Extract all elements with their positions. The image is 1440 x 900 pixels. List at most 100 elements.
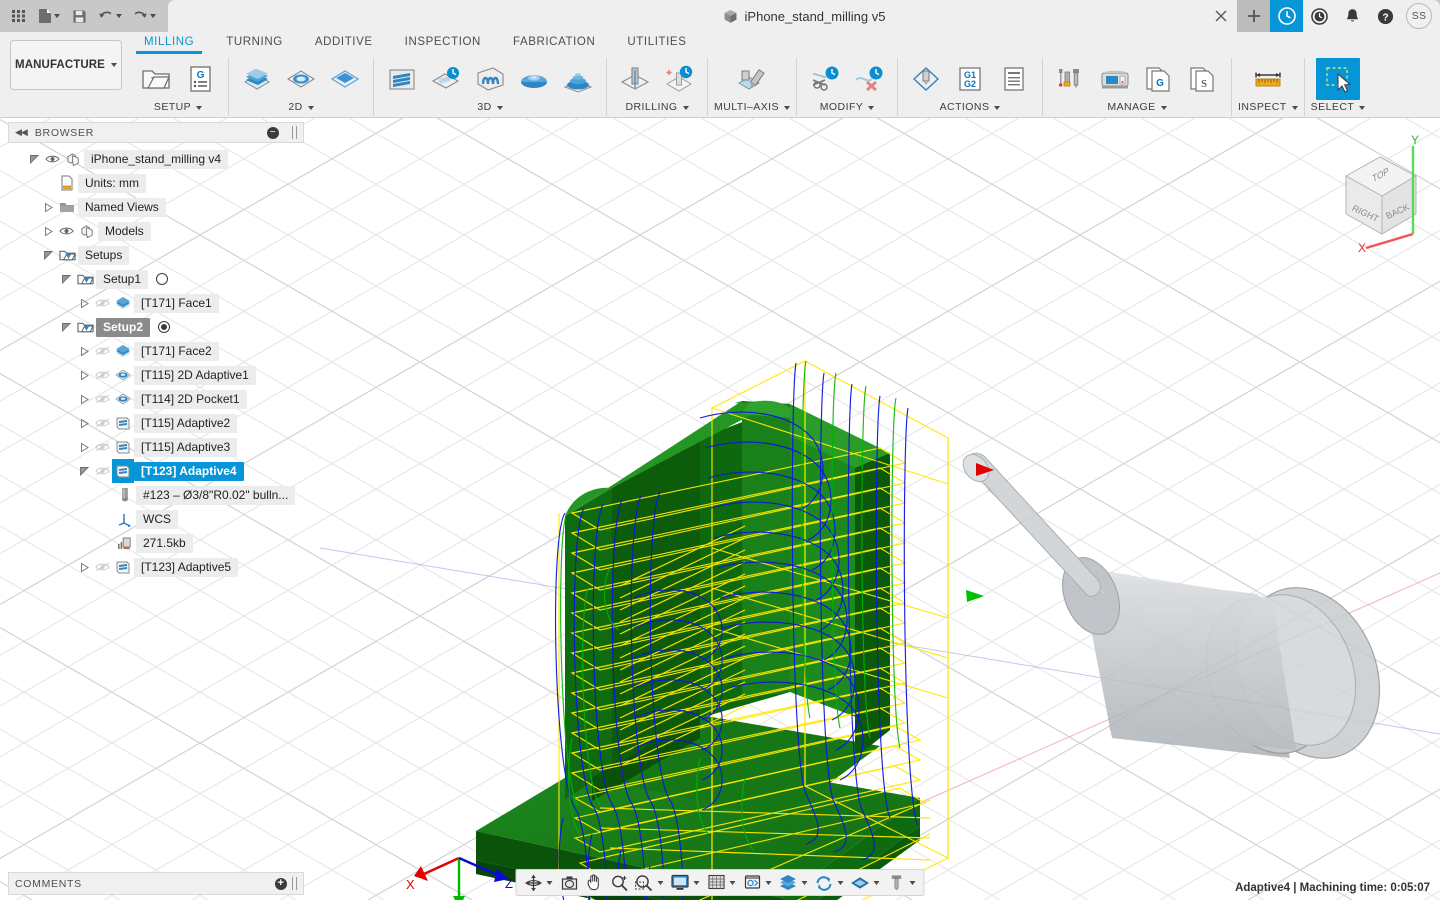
look-at-icon[interactable] — [557, 870, 582, 895]
post-library-icon[interactable]: G — [1137, 58, 1181, 100]
comments-panel[interactable]: COMMENTS + — [8, 872, 304, 895]
minus-circle-icon[interactable]: − — [267, 126, 279, 139]
chevron-down-icon[interactable] — [765, 880, 772, 885]
panel-label-3d[interactable]: 3D — [477, 100, 503, 115]
twisty-right-icon[interactable] — [76, 387, 92, 411]
display-settings-icon[interactable] — [668, 870, 693, 895]
new-tab-icon[interactable] — [1237, 0, 1270, 32]
visibility-eye-off-icon[interactable] — [92, 555, 112, 579]
adaptive-clearing-icon[interactable] — [380, 58, 424, 100]
chevron-down-icon[interactable] — [729, 880, 736, 885]
workspace-switcher[interactable]: MANUFACTURE — [10, 40, 122, 90]
visibility-eye-icon[interactable] — [56, 219, 76, 243]
twisty-right-icon[interactable] — [76, 555, 92, 579]
panel-label-actions[interactable]: ACTIONS — [940, 100, 1001, 115]
chevron-down-icon[interactable] — [837, 880, 844, 885]
tool-visibility-icon[interactable] — [884, 870, 909, 895]
zoom-window-icon[interactable] — [632, 870, 657, 895]
save-icon[interactable] — [66, 1, 92, 31]
post-process-icon[interactable]: G — [178, 58, 222, 100]
viewports-icon[interactable] — [740, 870, 765, 895]
panel-label-inspect[interactable]: INSPECT — [1238, 100, 1298, 115]
tree-row-operation[interactable]: [T171] Face2 — [8, 339, 304, 363]
visibility-eye-off-icon[interactable] — [92, 387, 112, 411]
chevron-down-icon[interactable] — [909, 880, 916, 885]
setup-activate-radio[interactable] — [158, 321, 171, 333]
tree-row-operation[interactable]: [T123] Adaptive5 — [8, 555, 304, 579]
multi-axis-icon[interactable] — [730, 58, 774, 100]
twisty-down-icon[interactable] — [58, 315, 74, 339]
2d-pocket-icon[interactable] — [323, 58, 367, 100]
tree-row-setup2[interactable]: Setup2 — [8, 315, 304, 339]
visibility-eye-off-icon[interactable] — [92, 291, 112, 315]
tree-row-models[interactable]: Models — [8, 219, 304, 243]
toolpath-visibility-icon[interactable] — [848, 870, 873, 895]
tree-row-units[interactable]: Units: mm — [8, 171, 304, 195]
visibility-eye-off-icon[interactable] — [92, 411, 112, 435]
new-file-icon[interactable] — [34, 1, 64, 31]
simulate-refresh-icon[interactable] — [812, 870, 837, 895]
tree-row-ncdata[interactable]: 271.5kb — [8, 531, 304, 555]
panel-label-2d[interactable]: 2D — [288, 100, 314, 115]
twisty-down-icon[interactable] — [76, 459, 92, 483]
visibility-eye-off-icon[interactable] — [92, 363, 112, 387]
twisty-right-icon[interactable] — [76, 363, 92, 387]
tree-row-named-views[interactable]: Named Views — [8, 195, 304, 219]
2d-adaptive-icon[interactable] — [279, 58, 323, 100]
undo-icon[interactable] — [94, 1, 126, 31]
panel-label-setup[interactable]: SETUP — [154, 100, 203, 115]
tree-row-tool[interactable]: #123 – Ø3/8"R0.02" bulln... — [8, 483, 304, 507]
machine-library-icon[interactable] — [1093, 58, 1137, 100]
panel-label-drilling[interactable]: DRILLING — [625, 100, 689, 115]
tree-row-operation[interactable]: [T115] Adaptive3 — [8, 435, 304, 459]
chevron-down-icon[interactable] — [873, 880, 880, 885]
tool-library-icon[interactable] — [1049, 58, 1093, 100]
twisty-right-icon[interactable] — [76, 339, 92, 363]
measure-icon[interactable] — [1246, 58, 1290, 100]
view-cube[interactable]: TOP RIGHT BACK X Y — [1308, 133, 1438, 255]
bore-icon[interactable] — [657, 58, 701, 100]
visibility-eye-off-icon[interactable] — [92, 459, 112, 483]
canvas-3d-viewport[interactable]: X Y Z TOP RIGHT BACK X Y — [0, 118, 1440, 900]
visibility-eye-off-icon[interactable] — [92, 339, 112, 363]
chevron-down-icon[interactable] — [546, 880, 553, 885]
orbit-icon[interactable] — [521, 870, 546, 895]
twisty-right-icon[interactable] — [76, 291, 92, 315]
panel-label-manage[interactable]: MANAGE — [1107, 100, 1167, 115]
tab-additive[interactable]: ADDITIVE — [299, 32, 389, 51]
panel-label-modify[interactable]: MODIFY — [820, 100, 875, 115]
tab-fabrication[interactable]: FABRICATION — [497, 32, 611, 51]
chevron-down-icon[interactable] — [693, 880, 700, 885]
visibility-eye-off-icon[interactable] — [92, 435, 112, 459]
tree-row-operation[interactable]: [T115] Adaptive2 — [8, 411, 304, 435]
collapse-left-icon[interactable]: ◀◀ — [15, 127, 28, 138]
visibility-eye-icon[interactable] — [42, 147, 62, 171]
avatar[interactable]: SS — [1406, 3, 1432, 29]
tab-turning[interactable]: TURNING — [210, 32, 299, 51]
parallel-icon[interactable] — [468, 58, 512, 100]
simulate-icon[interactable] — [904, 58, 948, 100]
pocket-clearing-icon[interactable] — [424, 58, 468, 100]
panel-resize-grip[interactable] — [292, 126, 297, 139]
delete-toolpath-icon[interactable] — [847, 58, 891, 100]
spiral-icon[interactable] — [556, 58, 600, 100]
tree-row-setups[interactable]: Setups — [8, 243, 304, 267]
twisty-right-icon[interactable] — [40, 195, 56, 219]
twisty-down-icon[interactable] — [40, 243, 56, 267]
app-grid-icon[interactable] — [6, 1, 32, 31]
panel-label-select[interactable]: SELECT — [1311, 100, 1366, 115]
tab-utilities[interactable]: UTILITIES — [611, 32, 702, 51]
twisty-right-icon[interactable] — [40, 219, 56, 243]
close-tab-icon[interactable] — [1204, 0, 1237, 32]
plus-circle-icon[interactable]: + — [275, 877, 287, 890]
panel-label-multi-axis[interactable]: MULTI–AXIS — [714, 100, 790, 115]
select-tool-icon[interactable] — [1315, 58, 1360, 100]
job-status-icon[interactable] — [1270, 0, 1303, 32]
pan-icon[interactable] — [582, 870, 607, 895]
recent-icon[interactable] — [1303, 0, 1336, 32]
new-setup-icon[interactable] — [134, 58, 178, 100]
tree-row-operation[interactable]: [T171] Face1 — [8, 291, 304, 315]
grid-snaps-icon[interactable] — [704, 870, 729, 895]
twisty-right-icon[interactable] — [76, 411, 92, 435]
trim-toolpath-icon[interactable] — [803, 58, 847, 100]
